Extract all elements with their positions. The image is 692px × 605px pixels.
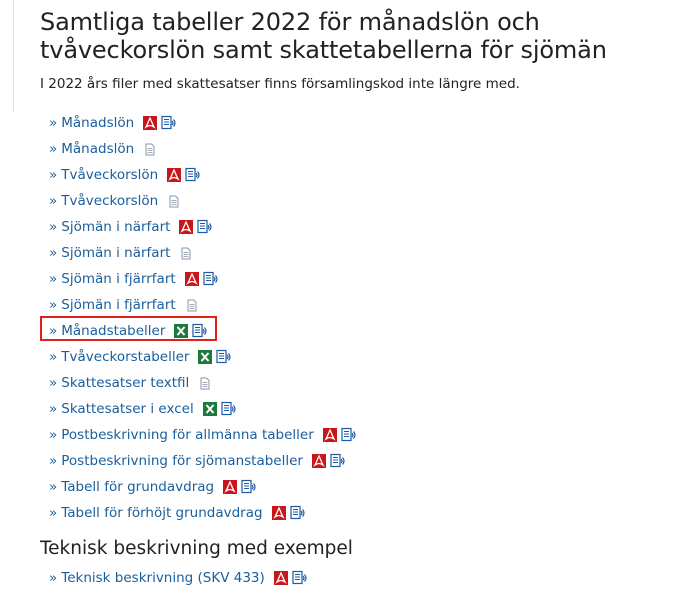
text-file-icon[interactable] — [186, 299, 198, 312]
accessible-document-icon[interactable] — [161, 115, 177, 131]
accessible-document-icon[interactable] — [241, 479, 257, 495]
download-link[interactable]: Sjömän i närfart — [61, 245, 170, 261]
download-link[interactable]: Postbeskrivning för allmänna tabeller — [61, 427, 314, 443]
format-icons — [197, 377, 211, 390]
bullet-glyph: » — [49, 167, 58, 183]
list-item: » Tabell för grundavdrag — [49, 474, 357, 500]
list-item: » Tvåveckorslön — [49, 162, 357, 188]
download-link[interactable]: Teknisk beskrivning (SKV 433) — [61, 570, 265, 586]
pdf-icon[interactable] — [222, 479, 238, 495]
bullet-glyph: » — [49, 570, 58, 586]
format-icons — [322, 427, 357, 443]
accessible-document-icon[interactable] — [216, 349, 232, 365]
list-item: » Sjömän i närfart — [49, 240, 357, 266]
list-item: » Teknisk beskrivning (SKV 433) — [49, 565, 308, 591]
bullet-glyph: » — [49, 219, 58, 235]
download-link[interactable]: Postbeskrivning för sjömanstabeller — [61, 453, 303, 469]
list-item: » Postbeskrivning för sjömanstabeller — [49, 448, 357, 474]
format-icons — [197, 349, 232, 365]
pdf-icon[interactable] — [322, 427, 338, 443]
text-file-icon[interactable] — [168, 195, 180, 208]
pdf-icon[interactable] — [311, 453, 327, 469]
list-item: » Tvåveckorslön — [49, 188, 357, 214]
pdf-icon[interactable] — [271, 505, 287, 521]
bullet-glyph: » — [49, 141, 58, 157]
download-link[interactable]: Skattesatser textfil — [61, 375, 189, 391]
accessible-document-icon[interactable] — [185, 167, 201, 183]
list-item: » Sjömän i fjärrfart — [49, 266, 357, 292]
pdf-icon[interactable] — [273, 570, 289, 586]
list-item: » Tabell för förhöjt grundavdrag — [49, 500, 357, 526]
format-icons — [202, 401, 237, 417]
bullet-glyph: » — [49, 505, 58, 521]
excel-icon[interactable] — [197, 349, 213, 365]
download-link[interactable]: Tvåveckorstabeller — [61, 349, 189, 365]
list-item: » Tvåveckorstabeller — [49, 344, 357, 370]
download-link[interactable]: Sjömän i närfart — [61, 219, 170, 235]
format-icons — [166, 167, 201, 183]
list-item: » Postbeskrivning för allmänna tabeller — [49, 422, 357, 448]
format-icons — [184, 299, 198, 312]
bullet-glyph: » — [49, 193, 58, 209]
bullet-glyph: » — [49, 401, 58, 417]
download-link[interactable]: Tvåveckorslön — [61, 167, 158, 183]
text-file-icon[interactable] — [180, 247, 192, 260]
download-link[interactable]: Sjömän i fjärrfart — [61, 297, 175, 313]
pdf-icon[interactable] — [166, 167, 182, 183]
bullet-glyph: » — [49, 349, 58, 365]
format-icons — [222, 479, 257, 495]
format-icons — [273, 570, 308, 586]
list-item: » Skattesatser i excel — [49, 396, 357, 422]
section-title: Teknisk beskrivning med exempel — [40, 538, 353, 559]
format-icons — [142, 115, 177, 131]
list-item: » Sjömän i närfart — [49, 214, 357, 240]
bullet-glyph: » — [49, 271, 58, 287]
accessible-document-icon[interactable] — [221, 401, 237, 417]
accessible-document-icon[interactable] — [341, 427, 357, 443]
download-link[interactable]: Skattesatser i excel — [61, 401, 193, 417]
bullet-glyph: » — [49, 427, 58, 443]
pdf-icon[interactable] — [178, 219, 194, 235]
pdf-icon[interactable] — [184, 271, 200, 287]
format-icons — [166, 195, 180, 208]
format-icons — [178, 247, 192, 260]
accessible-document-icon[interactable] — [289, 505, 306, 521]
format-icons — [142, 143, 156, 156]
download-link[interactable]: Sjömän i fjärrfart — [61, 271, 175, 287]
format-icons — [271, 505, 306, 521]
bullet-glyph: » — [49, 453, 58, 469]
excel-icon[interactable] — [202, 401, 218, 417]
download-link[interactable]: Månadslön — [61, 141, 134, 157]
bullet-glyph: » — [49, 115, 58, 131]
list-item: » Månadslön — [49, 110, 357, 136]
technical-link-list: » Teknisk beskrivning (SKV 433) — [49, 565, 308, 591]
format-icons — [311, 453, 346, 469]
text-file-icon[interactable] — [144, 143, 156, 156]
accessible-document-icon[interactable] — [330, 453, 346, 469]
bullet-glyph: » — [49, 245, 58, 261]
list-item: » Sjömän i fjärrfart — [49, 292, 357, 318]
list-item: » Skattesatser textfil — [49, 370, 357, 396]
left-divider — [13, 0, 14, 112]
pdf-icon[interactable] — [142, 115, 158, 131]
page-title: Samtliga tabeller 2022 för månadslön och… — [40, 8, 607, 64]
bullet-glyph: » — [49, 479, 58, 495]
highlight-box — [40, 316, 217, 341]
intro-text: I 2022 års filer med skattesatser finns … — [40, 76, 520, 92]
download-link[interactable]: Tabell för grundavdrag — [61, 479, 214, 495]
format-icons — [184, 271, 219, 287]
list-item: » Månadslön — [49, 136, 357, 162]
text-file-icon[interactable] — [199, 377, 211, 390]
bullet-glyph: » — [49, 297, 58, 313]
bullet-glyph: » — [49, 375, 58, 391]
download-link[interactable]: Tabell för förhöjt grundavdrag — [61, 505, 262, 521]
format-icons — [178, 219, 213, 235]
download-link[interactable]: Månadslön — [61, 115, 134, 131]
download-link[interactable]: Tvåveckorslön — [61, 193, 158, 209]
accessible-document-icon[interactable] — [203, 271, 219, 287]
accessible-document-icon[interactable] — [292, 570, 308, 586]
accessible-document-icon[interactable] — [197, 219, 213, 235]
